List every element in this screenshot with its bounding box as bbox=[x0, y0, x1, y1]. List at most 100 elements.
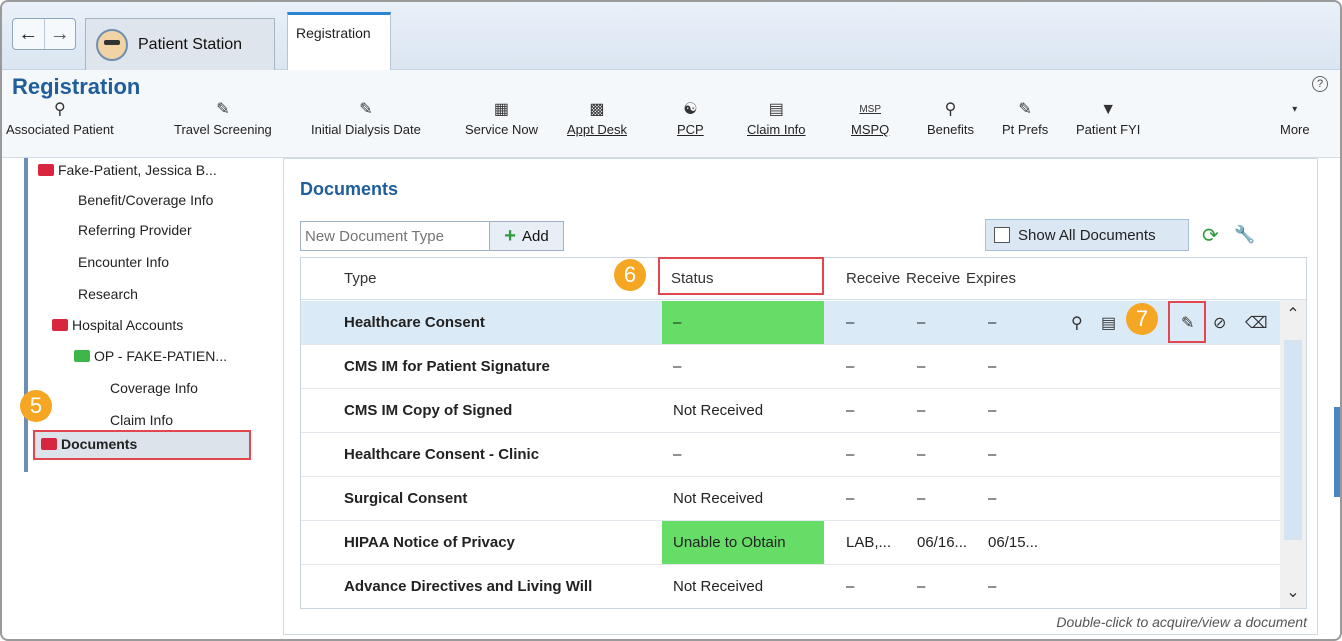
show-all-documents-toggle[interactable]: Show All Documents bbox=[985, 219, 1189, 251]
doc-status: Not Received bbox=[673, 578, 764, 595]
doc-received-2: – bbox=[917, 446, 926, 463]
toolbar-associated-patient[interactable]: ⚲ Associated Patient bbox=[6, 98, 114, 137]
doc-received: – bbox=[846, 358, 855, 375]
toolbar-pcp[interactable]: ☯ PCP bbox=[677, 98, 704, 137]
tree-patient[interactable]: Fake-Patient, Jessica B... bbox=[38, 162, 217, 178]
doc-status: Not Received bbox=[673, 402, 764, 419]
tab-patient-station[interactable]: Patient Station bbox=[85, 18, 275, 70]
pencil-icon: ✎ bbox=[216, 101, 230, 118]
tree-item-claim-info[interactable]: Claim Info bbox=[110, 412, 173, 428]
chevron-down-icon: ▾ bbox=[1292, 104, 1298, 115]
pencil-icon: ✎ bbox=[359, 101, 373, 118]
doc-status: – bbox=[673, 358, 682, 375]
back-arrow-icon[interactable]: ← bbox=[13, 19, 45, 49]
grid-scrollbar[interactable]: ⌃ ⌄ bbox=[1280, 300, 1306, 608]
doc-received-2: – bbox=[917, 314, 926, 331]
highlight-status-column bbox=[658, 257, 824, 295]
tree-item-referring-provider[interactable]: Referring Provider bbox=[78, 222, 192, 238]
doc-expires: 06/15... bbox=[988, 534, 1039, 551]
doc-expires: – bbox=[988, 490, 997, 507]
highlight-edit-button bbox=[1168, 301, 1206, 343]
table-row[interactable]: CMS IM for Patient Signature – – – – bbox=[301, 345, 1281, 389]
grid-hint: Double-click to acquire/view a document bbox=[1056, 614, 1307, 630]
app-window: ← → Patient Station Registration Registr… bbox=[0, 0, 1342, 641]
trash-icon[interactable]: ⌫ bbox=[1245, 313, 1268, 333]
doc-expires: – bbox=[988, 402, 997, 419]
refresh-icon[interactable]: ⟳ bbox=[1202, 223, 1219, 248]
activity-header: Registration ? ⚲ Associated Patient ✎ Trav… bbox=[2, 70, 1340, 158]
toolbar-more[interactable]: ▾ More bbox=[1280, 98, 1310, 137]
doc-received-2: – bbox=[917, 358, 926, 375]
tree-item-research[interactable]: Research bbox=[78, 286, 138, 302]
new-document-type-group: +Add bbox=[300, 221, 564, 251]
table-row[interactable]: Healthcare Consent - Clinic – – – – bbox=[301, 433, 1281, 477]
callout-badge-5: 5 bbox=[20, 390, 52, 422]
pencil-icon: ✎ bbox=[1018, 101, 1032, 118]
documents-title: Documents bbox=[300, 179, 399, 199]
toolbar-initial-dialysis-date[interactable]: ✎ Initial Dialysis Date bbox=[311, 98, 421, 137]
plus-icon: + bbox=[504, 224, 516, 247]
table-row[interactable]: CMS IM Copy of Signed Not Received – – – bbox=[301, 389, 1281, 433]
tree-item-encounter-info[interactable]: Encounter Info bbox=[78, 254, 169, 270]
doc-expires: – bbox=[988, 358, 997, 375]
view-icon[interactable]: ⚲ bbox=[1071, 313, 1083, 333]
column-received-2[interactable]: Receive bbox=[906, 270, 964, 287]
tree-item-benefit-coverage[interactable]: Benefit/Coverage Info bbox=[78, 192, 213, 208]
tree-hospital-accounts[interactable]: Hospital Accounts bbox=[52, 317, 183, 333]
help-icon[interactable]: ? bbox=[1312, 76, 1328, 92]
new-document-type-input[interactable] bbox=[301, 222, 489, 250]
callout-badge-6: 6 bbox=[614, 259, 646, 291]
tab-registration[interactable]: Registration bbox=[287, 12, 391, 70]
documents-panel: Documents +Add Show All Documents ⟳ 🔧 Ty… bbox=[283, 158, 1318, 635]
right-edge-handle[interactable] bbox=[1334, 407, 1340, 497]
doc-expires: – bbox=[988, 578, 997, 595]
doc-status: – bbox=[673, 314, 682, 331]
signature-icon[interactable]: ▤ bbox=[1101, 313, 1116, 333]
toolbar-claim-info[interactable]: ▤ Claim Info bbox=[747, 98, 806, 137]
people-icon: ☯ bbox=[683, 101, 698, 118]
navigation-tree: Fake-Patient, Jessica B... Benefit/Cover… bbox=[24, 158, 280, 472]
toolbar-mspq[interactable]: MSP MSPQ bbox=[851, 98, 889, 137]
doc-type: Advance Directives and Living Will bbox=[344, 578, 593, 595]
table-row[interactable]: Surgical Consent Not Received – – – bbox=[301, 477, 1281, 521]
tree-item-documents[interactable]: Documents bbox=[33, 430, 251, 460]
chevron-up-icon[interactable]: ⌃ bbox=[1280, 304, 1306, 324]
folder-icon bbox=[38, 164, 54, 176]
doc-received-2: – bbox=[917, 402, 926, 419]
column-type[interactable]: Type bbox=[344, 270, 377, 287]
page-title: Registration bbox=[12, 74, 141, 99]
doc-received: – bbox=[846, 446, 855, 463]
wrench-icon[interactable]: 🔧 bbox=[1234, 225, 1255, 245]
tree-item-coverage-info[interactable]: Coverage Info bbox=[110, 380, 198, 396]
checkbox[interactable] bbox=[994, 227, 1010, 243]
toolbar-appt-desk[interactable]: ▩ Appt Desk bbox=[567, 98, 627, 137]
doc-status: Not Received bbox=[673, 490, 764, 507]
folder-open-icon bbox=[74, 350, 90, 362]
documents-grid: Type Status Receive Receive Expires Heal… bbox=[300, 257, 1307, 609]
nav-buttons: ← → bbox=[12, 18, 76, 50]
add-button[interactable]: + Add bbox=[489, 222, 563, 250]
doc-received: LAB,... bbox=[846, 534, 892, 551]
doc-expires: – bbox=[988, 446, 997, 463]
toolbar-patient-fyi[interactable]: ▼ Patient FYI bbox=[1076, 98, 1140, 137]
column-expires[interactable]: Expires bbox=[966, 270, 1016, 287]
chevron-down-icon[interactable]: ⌄ bbox=[1280, 582, 1306, 602]
table-row[interactable]: Advance Directives and Living Will Not R… bbox=[301, 565, 1281, 608]
bars-icon: ▦ bbox=[493, 101, 510, 118]
forward-arrow-icon[interactable]: → bbox=[45, 19, 76, 49]
doc-type: Healthcare Consent - Clinic bbox=[344, 446, 540, 463]
toolbar-travel-screening[interactable]: ✎ Travel Screening bbox=[174, 98, 272, 137]
scroll-thumb[interactable] bbox=[1284, 340, 1302, 540]
doc-status: Unable to Obtain bbox=[673, 534, 786, 551]
toolbar-pt-prefs[interactable]: ✎ Pt Prefs bbox=[1002, 98, 1048, 137]
table-row[interactable]: HIPAA Notice of Privacy Unable to Obtain… bbox=[301, 521, 1281, 565]
tree-op-account[interactable]: OP - FAKE-PATIEN... bbox=[74, 348, 227, 364]
column-received[interactable]: Receive bbox=[846, 270, 904, 287]
status-cell-green bbox=[662, 301, 824, 344]
toolbar-service-now[interactable]: ▦ Service Now bbox=[465, 98, 538, 137]
cancel-icon[interactable]: ⊘ bbox=[1213, 313, 1226, 333]
msp-icon: MSP bbox=[859, 104, 881, 115]
flag-icon: ▼ bbox=[1100, 101, 1117, 118]
benefits-icon: ⚲ bbox=[944, 101, 957, 118]
toolbar-benefits[interactable]: ⚲ Benefits bbox=[927, 98, 974, 137]
